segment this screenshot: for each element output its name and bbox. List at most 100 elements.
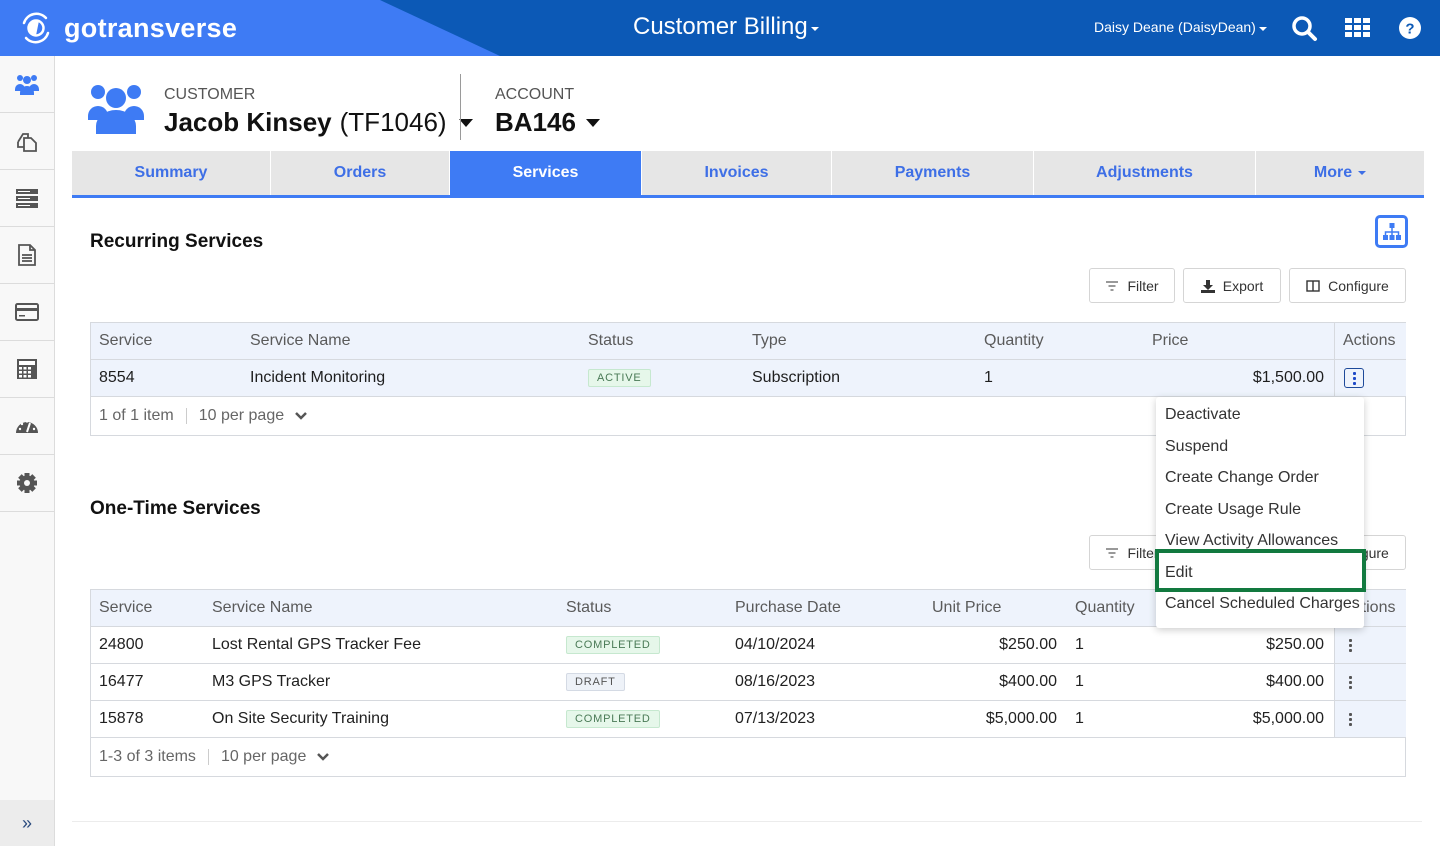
per-page-label: 10 per page	[220, 748, 307, 765]
service-name: M3 GPS Tracker	[212, 673, 331, 690]
status-badge: COMPLETED	[566, 709, 660, 728]
table-row[interactable]: 16477 M3 GPS Tracker DRAFT 08/16/2023 $4…	[91, 664, 1406, 701]
hierarchy-view-button[interactable]	[1375, 215, 1408, 248]
app-switcher[interactable]: Customer Billing	[633, 13, 819, 41]
sidebar: »	[0, 56, 55, 846]
sidebar-item-services[interactable]	[0, 170, 54, 227]
tab-invoices[interactable]: Invoices	[642, 151, 832, 195]
caret-down-icon	[1358, 171, 1367, 175]
menu-item-deactivate[interactable]: Deactivate	[1156, 399, 1364, 431]
pager-divider	[207, 749, 209, 765]
button-label: Filter	[1127, 544, 1159, 561]
sidebar-expand-button[interactable]: »	[0, 800, 54, 846]
sidebar-item-catalog[interactable]	[0, 113, 54, 170]
column-header[interactable]: Service Name	[212, 590, 312, 626]
logo-icon	[22, 12, 50, 44]
table-row[interactable]: 8554 Incident Monitoring ACTIVE Subscrip…	[91, 360, 1406, 397]
document-icon	[18, 244, 36, 266]
tab-payments[interactable]: Payments	[832, 151, 1034, 195]
row-actions-button[interactable]	[1344, 368, 1364, 388]
tab-adjustments[interactable]: Adjustments	[1034, 151, 1256, 195]
credit-card-icon	[15, 303, 39, 321]
status-cell: COMPLETED	[566, 701, 660, 737]
tab-more[interactable]: More	[1256, 151, 1424, 195]
service-id[interactable]: 16477	[99, 664, 144, 700]
row-actions-menu: Deactivate Suspend Create Change Order C…	[1156, 397, 1364, 628]
column-header[interactable]: Status	[566, 590, 611, 626]
column-header[interactable]: Unit Price	[932, 590, 1001, 626]
status-badge: ACTIVE	[588, 368, 651, 387]
actions-cell	[1334, 627, 1406, 663]
column-header[interactable]: Quantity	[984, 323, 1044, 359]
row-actions-button[interactable]	[1340, 635, 1360, 655]
service-id[interactable]: 8554	[99, 360, 135, 396]
menu-item-create-change-order[interactable]: Create Change Order	[1156, 462, 1364, 494]
per-page-select[interactable]: 10 per page	[199, 407, 308, 425]
search-icon[interactable]	[1290, 14, 1318, 42]
customer-users-icon	[88, 85, 144, 134]
column-header[interactable]: Service Name	[250, 323, 350, 359]
account-selector[interactable]: BA146	[495, 107, 600, 138]
copy-icon	[17, 133, 37, 152]
menu-item-suspend[interactable]: Suspend	[1156, 431, 1364, 463]
filter-icon	[1106, 547, 1119, 558]
menu-item-create-usage-rule[interactable]: Create Usage Rule	[1156, 494, 1364, 526]
user-menu[interactable]: Daisy Deane (DaisyDean)	[1094, 19, 1267, 35]
button-label: Filter	[1127, 277, 1159, 294]
gear-icon	[17, 473, 37, 493]
tab-orders[interactable]: Orders	[271, 151, 450, 195]
row-actions-button[interactable]	[1340, 672, 1360, 692]
per-page-select[interactable]: 10 per page	[221, 748, 330, 766]
sidebar-item-settings[interactable]	[0, 455, 54, 512]
pager-divider	[185, 408, 187, 424]
tab-label: Invoices	[704, 164, 769, 181]
menu-item-cancel-scheduled-charges[interactable]: Cancel Scheduled Charges	[1156, 588, 1364, 620]
logo[interactable]: gotransverse	[18, 10, 237, 46]
price: $5,000.00	[1252, 710, 1324, 727]
column-header[interactable]: Quantity	[1075, 590, 1135, 626]
customer-selector[interactable]: Jacob Kinsey (TF1046)	[164, 107, 473, 138]
table-row[interactable]: 24800 Lost Rental GPS Tracker Fee COMPLE…	[91, 627, 1406, 664]
column-header[interactable]: Purchase Date	[735, 590, 841, 626]
pagination: 1-3 of 3 items 10 per page	[91, 738, 1405, 776]
service-name: Lost Rental GPS Tracker Fee	[212, 636, 421, 653]
service-id[interactable]: 24800	[99, 627, 144, 663]
actions-column: Actions	[1334, 323, 1406, 359]
status-cell: COMPLETED	[566, 627, 660, 663]
service-id[interactable]: 15878	[99, 701, 144, 737]
menu-item-view-activity-allowances[interactable]: View Activity Allowances	[1156, 525, 1364, 557]
sidebar-item-calculator[interactable]	[0, 341, 54, 398]
price: $250.00	[1266, 636, 1324, 653]
sidebar-item-dashboard[interactable]	[0, 398, 54, 455]
row-actions-button[interactable]	[1340, 709, 1360, 729]
column-header[interactable]: Service	[99, 590, 152, 626]
download-icon	[1200, 279, 1215, 293]
table-row[interactable]: 15878 On Site Security Training COMPLETE…	[91, 701, 1406, 738]
recurring-export-button[interactable]: Export	[1183, 268, 1281, 303]
menu-item-edit[interactable]: Edit	[1156, 557, 1364, 589]
customer-label: CUSTOMER	[164, 86, 256, 103]
recurring-services-title: Recurring Services	[90, 231, 264, 252]
sidebar-item-customers[interactable]	[0, 56, 54, 113]
users-icon	[15, 75, 39, 95]
tab-summary[interactable]: Summary	[72, 151, 271, 195]
column-header[interactable]: Type	[752, 323, 787, 359]
unit-price: $400.00	[999, 673, 1057, 690]
sidebar-item-payments[interactable]	[0, 284, 54, 341]
column-header[interactable]: Status	[588, 323, 633, 359]
column-header[interactable]: Service	[99, 323, 152, 359]
recurring-filter-button[interactable]: Filter	[1089, 268, 1175, 303]
sidebar-item-documents[interactable]	[0, 227, 54, 284]
tab-services[interactable]: Services	[450, 151, 642, 195]
server-icon	[16, 189, 38, 208]
apps-grid-icon[interactable]	[1344, 14, 1372, 42]
kebab-icon	[1348, 638, 1352, 653]
caret-down-icon	[585, 118, 600, 127]
column-header[interactable]: Price	[1152, 323, 1188, 359]
recurring-configure-button[interactable]: Configure	[1289, 268, 1406, 303]
help-icon[interactable]: ?	[1396, 14, 1424, 42]
tab-label: More	[1313, 164, 1353, 181]
quantity: 1	[1075, 710, 1084, 727]
quantity: 1	[1075, 673, 1084, 690]
button-label: Configure	[1328, 277, 1389, 294]
